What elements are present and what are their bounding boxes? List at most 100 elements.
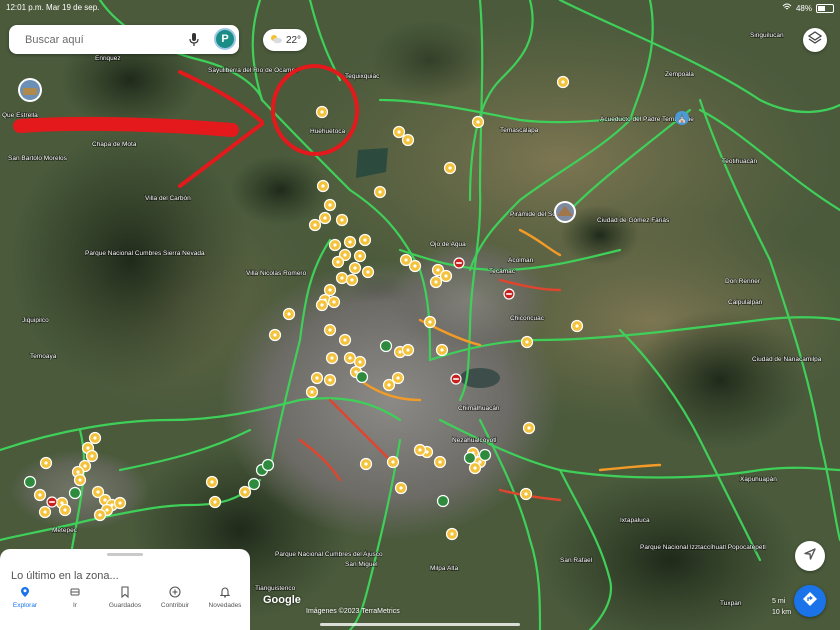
closure-marker[interactable] — [503, 288, 515, 300]
place-pin[interactable] — [93, 508, 107, 522]
place-pin[interactable] — [316, 179, 330, 193]
place-pin[interactable] — [433, 455, 447, 469]
place-pin[interactable] — [113, 496, 127, 510]
nav-contribuir[interactable]: Contribuir — [150, 586, 200, 616]
place-pin[interactable] — [331, 255, 345, 269]
weather-temp: 22° — [285, 34, 302, 46]
place-pin[interactable] — [335, 213, 349, 227]
place-pin[interactable] — [343, 235, 357, 249]
place-pin[interactable] — [394, 481, 408, 495]
place-thumbnail-que-estrella[interactable] — [18, 78, 42, 102]
place-pin[interactable] — [305, 385, 319, 399]
place-pin[interactable] — [471, 115, 485, 129]
nav-guardados[interactable]: Guardados — [100, 586, 150, 616]
transit-marker[interactable] — [463, 451, 477, 465]
nav-ir[interactable]: Ir — [50, 586, 100, 616]
closure-marker[interactable] — [453, 257, 465, 269]
place-pin[interactable] — [343, 351, 357, 365]
transit-marker[interactable] — [261, 458, 275, 472]
mic-icon[interactable] — [187, 32, 201, 48]
place-pin[interactable] — [33, 488, 47, 502]
place-pin[interactable] — [38, 505, 52, 519]
place-pin[interactable] — [468, 461, 482, 475]
my-location-button[interactable] — [795, 541, 825, 571]
place-pin[interactable] — [353, 355, 367, 369]
place-pin[interactable] — [361, 265, 375, 279]
place-pin[interactable] — [58, 503, 72, 517]
place-pin[interactable] — [429, 275, 443, 289]
place-pin[interactable] — [439, 269, 453, 283]
transit-marker[interactable] — [23, 475, 37, 489]
place-pin[interactable] — [392, 125, 406, 139]
place-pin[interactable] — [328, 238, 342, 252]
transit-marker[interactable] — [355, 370, 369, 384]
sheet-drag-handle[interactable] — [107, 553, 143, 556]
place-pin[interactable] — [323, 373, 337, 387]
directions-button[interactable] — [794, 585, 826, 617]
place-pin[interactable] — [345, 273, 359, 287]
place-pin[interactable] — [519, 487, 533, 501]
transit-marker[interactable] — [68, 486, 82, 500]
transit-marker[interactable] — [478, 448, 492, 462]
place-pin[interactable] — [373, 185, 387, 199]
place-pin[interactable] — [443, 161, 457, 175]
closure-marker[interactable] — [46, 496, 58, 508]
weather-chip[interactable]: 22° — [263, 29, 307, 51]
place-pin[interactable] — [315, 105, 329, 119]
place-pin[interactable] — [423, 315, 437, 329]
closure-marker[interactable] — [450, 373, 462, 385]
place-pin[interactable] — [327, 295, 341, 309]
place-pin[interactable] — [359, 457, 373, 471]
place-pin[interactable] — [520, 335, 534, 349]
place-pin[interactable] — [268, 328, 282, 342]
satellite-map[interactable]: Que Estrella Enriquez Chapa de Mota San Bar… — [0, 0, 840, 630]
place-pin[interactable] — [85, 449, 99, 463]
place-pin[interactable] — [238, 485, 252, 499]
transit-marker[interactable] — [436, 494, 450, 508]
place-pin[interactable] — [323, 323, 337, 337]
place-pin[interactable] — [335, 271, 349, 285]
place-pin[interactable] — [391, 371, 405, 385]
transit-marker[interactable] — [379, 339, 393, 353]
place-pin[interactable] — [39, 456, 53, 470]
place-pin[interactable] — [522, 421, 536, 435]
place-pin[interactable] — [308, 218, 322, 232]
nav-explorar[interactable]: Explorar — [0, 586, 50, 616]
place-label: Parque Nacional Izztaccíhuatl Popocatépe… — [640, 544, 766, 551]
avatar[interactable]: P — [214, 28, 236, 50]
place-pin[interactable] — [570, 319, 584, 333]
place-pin[interactable] — [73, 473, 87, 487]
place-pin[interactable] — [338, 333, 352, 347]
place-pin[interactable] — [413, 443, 427, 457]
place-pin[interactable] — [325, 351, 339, 365]
place-thumbnail-piramide-del-sol[interactable] — [554, 201, 576, 223]
place-pin[interactable] — [401, 133, 415, 147]
place-pin[interactable] — [208, 495, 222, 509]
place-pin[interactable] — [88, 431, 102, 445]
place-pin[interactable] — [318, 211, 332, 225]
layers-button[interactable] — [803, 28, 827, 52]
place-pin[interactable] — [205, 475, 219, 489]
place-pin[interactable] — [353, 249, 367, 263]
place-pin[interactable] — [358, 233, 372, 247]
place-pin[interactable] — [386, 455, 400, 469]
place-label: Ciudad de Gómez Fariás — [597, 217, 670, 224]
place-pin[interactable] — [315, 298, 329, 312]
place-pin[interactable] — [435, 343, 449, 357]
transit-marker[interactable] — [247, 477, 261, 491]
nav-novedades[interactable]: Novedades — [200, 586, 250, 616]
place-pin[interactable] — [323, 198, 337, 212]
place-pin[interactable] — [556, 75, 570, 89]
place-pin[interactable] — [310, 371, 324, 385]
bottom-sheet[interactable]: Lo último en la zona... Explorar Ir Guar… — [0, 549, 250, 630]
aqueduct-marker[interactable]: ⛪ — [675, 111, 689, 125]
place-pin[interactable] — [282, 307, 296, 321]
search-bar[interactable]: P — [9, 25, 239, 54]
nav-label: Ir — [73, 602, 77, 609]
place-pin[interactable] — [408, 259, 422, 273]
place-pin[interactable] — [323, 283, 337, 297]
place-pin[interactable] — [401, 343, 415, 357]
place-pin[interactable] — [348, 261, 362, 275]
search-input[interactable] — [23, 32, 177, 47]
place-pin[interactable] — [445, 527, 459, 541]
